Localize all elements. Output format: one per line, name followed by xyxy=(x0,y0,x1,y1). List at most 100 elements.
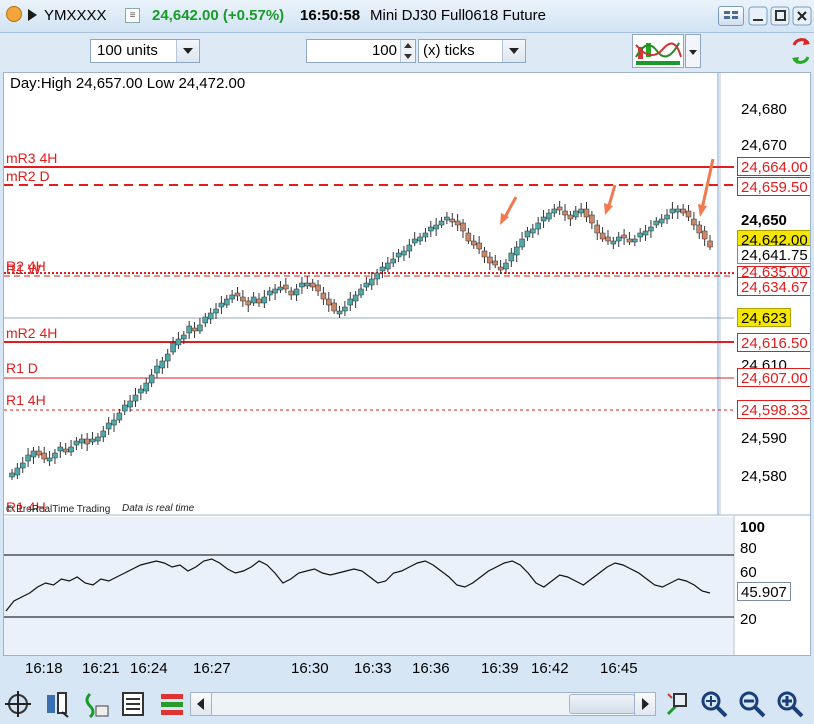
candle xyxy=(465,232,472,242)
price-axis-label: 24,590 xyxy=(741,430,787,447)
candle xyxy=(379,266,386,272)
spinner-icon[interactable] xyxy=(400,40,415,62)
indicator-icon[interactable] xyxy=(632,34,684,68)
horizontal-scrollbar[interactable] xyxy=(190,692,656,716)
chevron-down-icon[interactable] xyxy=(502,40,525,62)
candle xyxy=(138,388,144,394)
window-close-icon[interactable] xyxy=(792,6,812,26)
candle xyxy=(288,290,294,296)
settings-icon[interactable] xyxy=(158,690,186,718)
candle xyxy=(503,262,509,270)
candle xyxy=(170,342,176,353)
candle xyxy=(240,296,246,302)
zoom-out-icon[interactable] xyxy=(738,690,766,718)
candle xyxy=(653,220,660,226)
indicator-axis-label: 60 xyxy=(740,564,757,581)
candle xyxy=(573,210,579,218)
level-label: R1 D xyxy=(6,360,38,376)
menu-grid-icon[interactable] xyxy=(718,6,744,26)
candle xyxy=(605,236,611,242)
units-select[interactable]: 100 units xyxy=(90,39,200,63)
candle xyxy=(556,206,563,211)
candle xyxy=(277,286,284,291)
candle xyxy=(615,236,622,242)
indicator-axis-label: 20 xyxy=(740,611,757,628)
candle xyxy=(256,298,262,304)
candle xyxy=(304,282,311,287)
candle-icon[interactable] xyxy=(44,690,72,718)
level-value-tag: 24,598.33 xyxy=(737,400,810,419)
level-value-tag: 24,607.00 xyxy=(737,368,810,387)
candle xyxy=(417,236,423,242)
minimize-icon[interactable] xyxy=(748,6,768,26)
time-axis-label: 16:33 xyxy=(354,660,392,677)
refresh-icon[interactable] xyxy=(790,33,812,69)
candle xyxy=(589,214,595,224)
candle xyxy=(143,382,149,392)
time-axis-label: 16:21 xyxy=(82,660,120,677)
ticks-spinner[interactable]: 100 xyxy=(306,39,416,63)
price-chart[interactable] xyxy=(4,73,810,655)
scroll-right-icon[interactable] xyxy=(634,693,655,715)
price-axis-label: 24,650 xyxy=(741,212,787,229)
chart-area[interactable]: Day:High 24,657.00 Low 24,472.00 mR3 4H … xyxy=(3,72,811,656)
candle xyxy=(664,214,670,220)
candle xyxy=(309,282,316,288)
candle xyxy=(19,462,26,469)
ticks-unit: (x) ticks xyxy=(423,42,475,59)
candle xyxy=(347,298,354,306)
candle xyxy=(154,365,160,374)
candle xyxy=(52,452,58,459)
title-bar: YMXXXX ≡ 24,642.00 (+0.57%) 16:50:58 Min… xyxy=(0,0,814,33)
price-axis-label: 24,670 xyxy=(741,137,787,154)
time-axis-label: 16:42 xyxy=(531,660,569,677)
toolbar: 100 units 100 (x) ticks xyxy=(0,33,814,73)
candle xyxy=(213,308,219,314)
candle xyxy=(234,292,241,297)
restore-icon[interactable] xyxy=(770,6,790,26)
day-range-info: Day:High 24,657.00 Low 24,472.00 xyxy=(10,75,246,92)
candle xyxy=(363,282,370,288)
zoom-fit-icon[interactable] xyxy=(664,690,692,718)
zoom-reset-icon[interactable] xyxy=(700,690,728,718)
candle xyxy=(476,242,482,250)
zoom-in-icon[interactable] xyxy=(776,690,804,718)
candle xyxy=(245,300,251,306)
symbol-label[interactable]: YMXXXX xyxy=(44,7,107,24)
scroll-left-icon[interactable] xyxy=(191,693,212,715)
candle xyxy=(530,228,536,234)
candle xyxy=(632,238,638,243)
level-label: R1 4H xyxy=(6,392,46,408)
candle xyxy=(218,302,225,308)
candle xyxy=(621,234,627,239)
candle xyxy=(696,224,703,234)
crosshair-price-tag: 24,623 xyxy=(737,308,791,327)
alert-icon[interactable] xyxy=(6,6,22,22)
play-arrow-icon[interactable] xyxy=(28,9,37,21)
chevron-down-icon[interactable] xyxy=(176,40,199,62)
candle xyxy=(105,422,112,430)
clock-time: 16:50:58 xyxy=(300,7,361,24)
list-icon[interactable] xyxy=(120,690,148,718)
candle xyxy=(164,353,171,362)
candle xyxy=(481,250,488,258)
candle xyxy=(637,232,643,238)
candle xyxy=(30,450,37,458)
candle xyxy=(100,430,107,438)
candle xyxy=(36,450,42,456)
candle xyxy=(89,438,96,443)
scale-icon[interactable] xyxy=(82,690,110,719)
candle xyxy=(41,452,47,460)
candle xyxy=(642,230,649,236)
price-axis-label: 24,680 xyxy=(741,101,787,118)
candle xyxy=(395,252,402,258)
crosshair-icon[interactable] xyxy=(4,690,32,718)
ticks-unit-select[interactable]: (x) ticks xyxy=(418,39,526,63)
candle xyxy=(599,232,606,240)
units-value: 100 units xyxy=(97,42,158,59)
candle xyxy=(336,310,343,315)
indicator-dropdown-icon[interactable] xyxy=(685,34,701,68)
info-icon[interactable]: ≡ xyxy=(125,8,140,23)
scroll-thumb[interactable] xyxy=(569,694,635,714)
candle xyxy=(368,278,375,286)
